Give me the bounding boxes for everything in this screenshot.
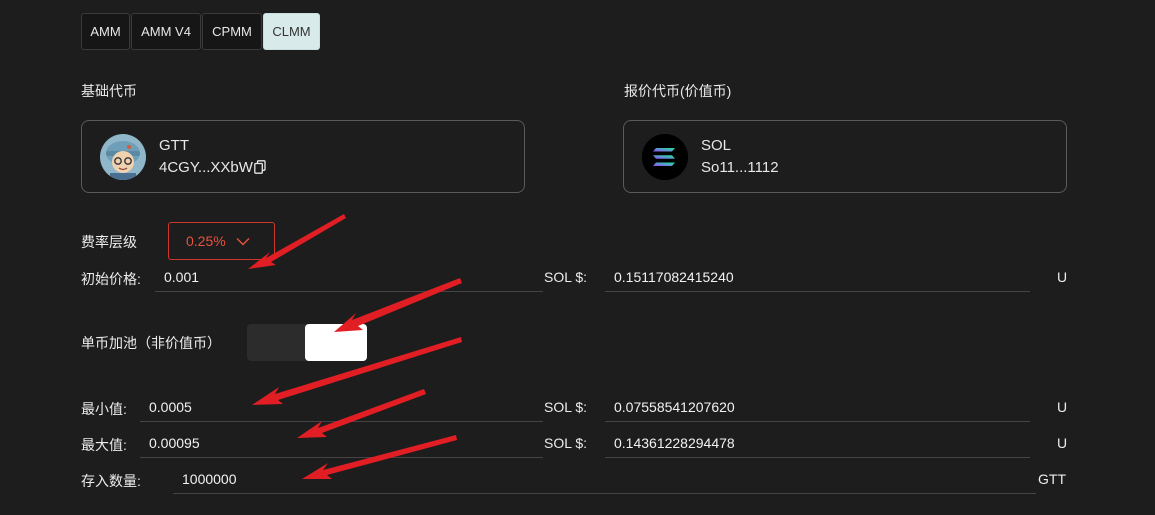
max-price-unit: U: [1057, 435, 1068, 451]
fee-tier-value: 0.25%: [186, 233, 226, 249]
tab-amm[interactable]: AMM: [81, 13, 130, 50]
fee-tier-label: 费率层级: [81, 234, 137, 250]
max-price-label: 最大值:: [81, 437, 127, 453]
single-sided-label: 单币加池（非价值币）: [81, 335, 221, 351]
solana-logo-icon: [642, 134, 688, 180]
deposit-label: 存入数量:: [81, 473, 141, 489]
initial-price-input[interactable]: 0.001: [155, 262, 543, 292]
chevron-down-icon: [236, 233, 250, 249]
quote-token-address: So11...1112: [701, 159, 779, 176]
tab-clmm[interactable]: CLMM: [263, 13, 320, 50]
base-token-selector[interactable]: GTT 4CGY...XXbW: [81, 120, 525, 193]
copy-icon[interactable]: [254, 160, 266, 178]
toggle-knob[interactable]: [305, 324, 367, 361]
initial-price-label: 初始价格:: [81, 271, 141, 287]
base-token-address: 4CGY...XXbW: [159, 159, 266, 178]
initial-price-quote-prefix: SOL $:: [544, 269, 588, 285]
min-price-label: 最小值:: [81, 401, 127, 417]
max-price-quote-prefix: SOL $:: [544, 435, 588, 451]
quote-token-label: 报价代币(价值币): [624, 83, 732, 99]
tab-amm-v4[interactable]: AMM V4: [131, 13, 201, 50]
base-token-label: 基础代币: [81, 83, 137, 99]
max-price-input[interactable]: 0.00095: [140, 428, 543, 458]
tab-cpmm[interactable]: CPMM: [202, 13, 262, 50]
min-price-unit: U: [1057, 399, 1068, 415]
min-price-input[interactable]: 0.0005: [140, 392, 543, 422]
base-token-symbol: GTT: [159, 137, 189, 154]
quote-token-selector[interactable]: SOL So11...1112: [623, 120, 1067, 193]
quote-token-symbol: SOL: [701, 137, 732, 154]
min-price-quote-prefix: SOL $:: [544, 399, 588, 415]
max-price-usd-input[interactable]: 0.14361228294478: [605, 428, 1030, 458]
fee-tier-select[interactable]: 0.25%: [168, 222, 275, 260]
initial-price-unit: U: [1057, 269, 1068, 285]
deposit-unit: GTT: [1038, 471, 1066, 487]
cartoon-avatar-icon: [100, 134, 146, 180]
initial-price-usd-input[interactable]: 0.15117082415240: [605, 262, 1030, 292]
deposit-amount-input[interactable]: 1000000: [173, 464, 1036, 494]
min-price-usd-input[interactable]: 0.07558541207620: [605, 392, 1030, 422]
